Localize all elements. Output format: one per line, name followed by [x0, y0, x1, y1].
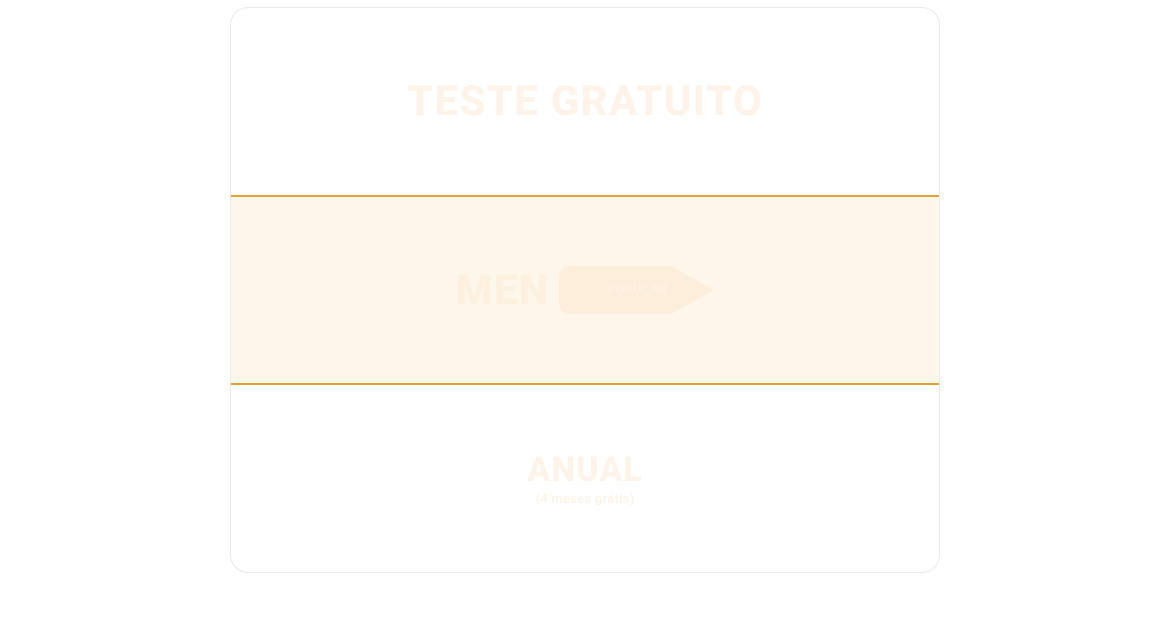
plan-option-monthly[interactable]: MEN POPULAR — [231, 195, 939, 386]
plan-monthly-label: MEN — [456, 266, 550, 315]
plan-annual-label: ANUAL — [527, 450, 643, 490]
plan-free-label: TESTE GRATUITO — [407, 77, 763, 126]
plan-monthly-row: MEN POPULAR — [456, 266, 715, 315]
plan-selector-card: TESTE GRATUITO MEN POPULAR ANUAL (4 mese… — [230, 7, 940, 573]
popular-badge: POPULAR — [559, 266, 714, 314]
plan-option-annual[interactable]: ANUAL (4 meses grátis) — [231, 385, 939, 572]
plan-option-free[interactable]: TESTE GRATUITO — [231, 8, 939, 195]
popular-badge-text: POPULAR — [607, 283, 667, 298]
plan-annual-sub: (4 meses grátis) — [535, 492, 634, 507]
